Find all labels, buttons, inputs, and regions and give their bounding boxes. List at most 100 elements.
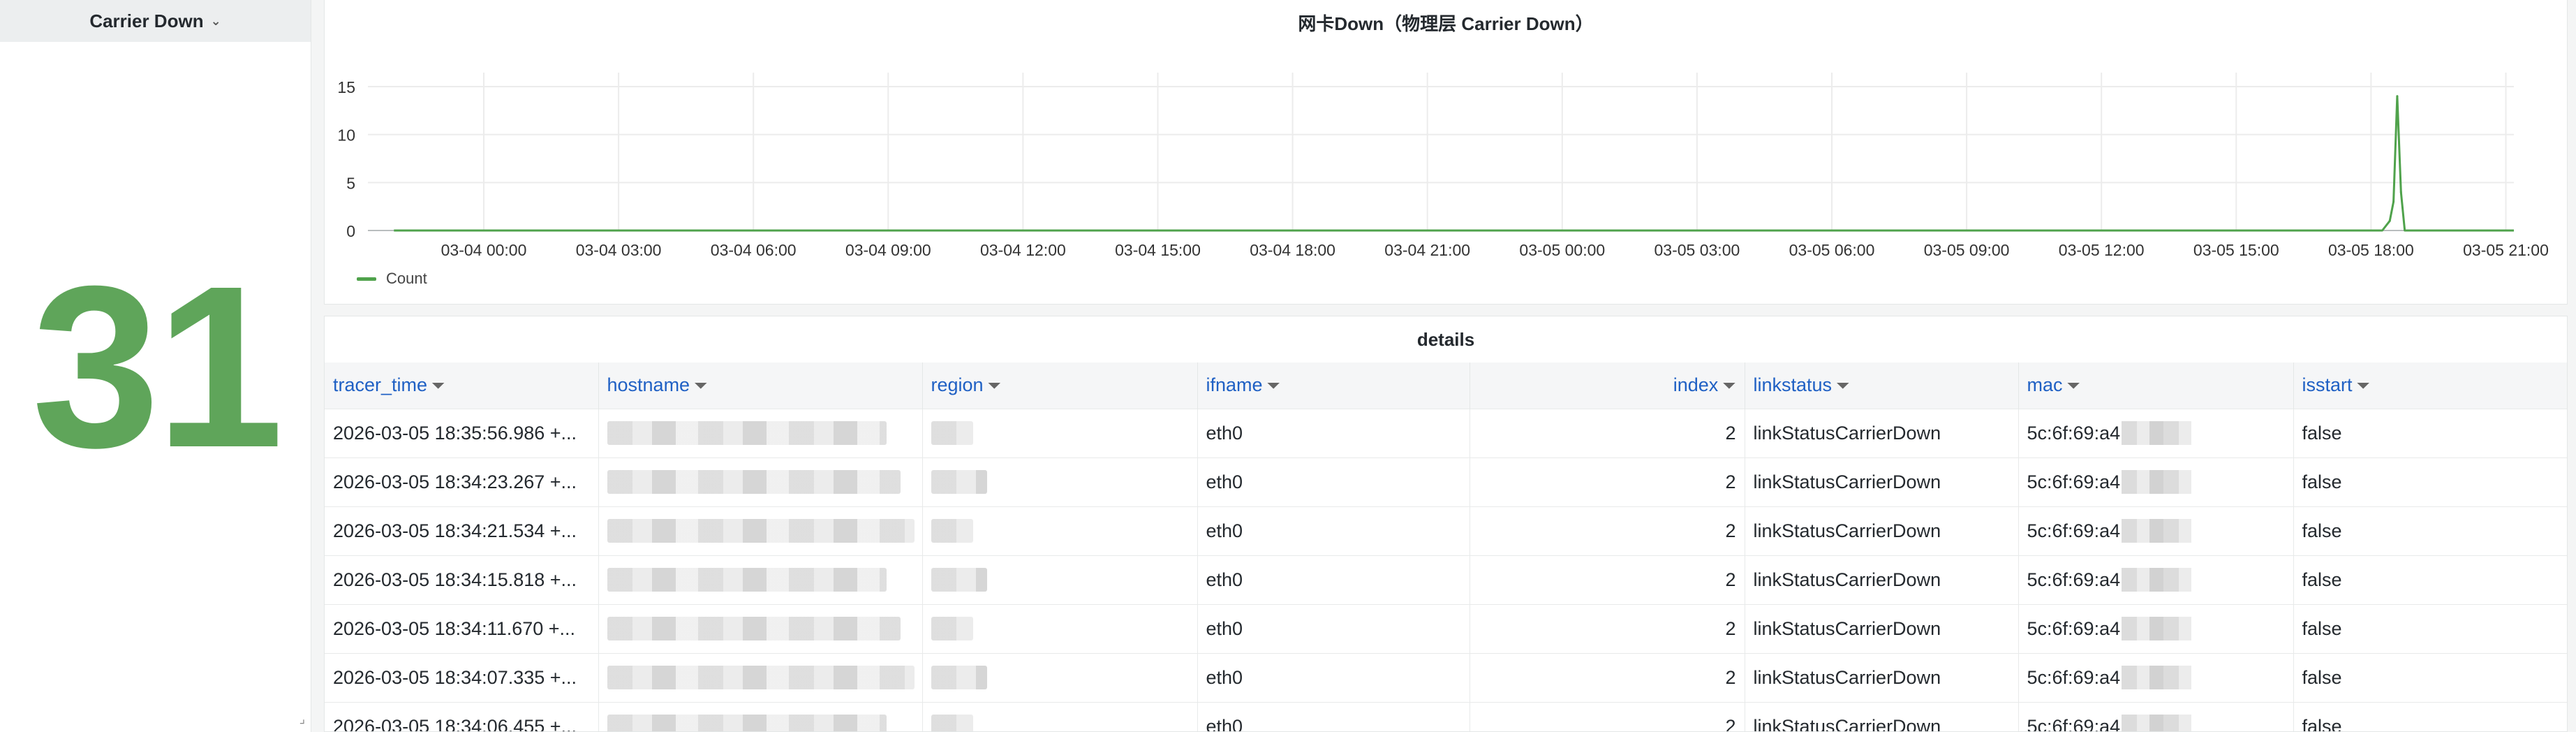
table-row[interactable]: 2026-03-05 18:34:06.455 +... eth0 2 linkSta… bbox=[325, 701, 2567, 731]
x-tick-label: 03-05 06:00 bbox=[1789, 241, 1875, 259]
y-tick-label: 15 bbox=[337, 78, 355, 96]
legend-label: Count bbox=[386, 270, 427, 287]
series-line-count bbox=[394, 95, 2514, 232]
cell-ifname: eth0 bbox=[1197, 603, 1470, 653]
filter-icon[interactable]: ⏷ bbox=[988, 376, 1001, 395]
x-tick-label: 03-05 18:00 bbox=[2328, 241, 2414, 259]
table-row[interactable]: 2026-03-05 18:34:07.335 +... eth0 2 linkSta… bbox=[325, 652, 2567, 702]
x-tick-label: 03-05 12:00 bbox=[2059, 241, 2145, 259]
mac-prefix: 5c:6f:69:a4 bbox=[2027, 471, 2121, 492]
mac-prefix: 5c:6f:69:a4 bbox=[2027, 666, 2121, 688]
cell-tracer-time: 2026-03-05 18:35:56.986 +... bbox=[325, 408, 598, 458]
data-point bbox=[2396, 95, 2399, 98]
table-header-row: tracer_time ⏷ hostname ⏷ region ⏷ ifname ⏷ i… bbox=[325, 363, 2567, 409]
chart-plot[interactable]: 0 5 10 15 03-04 00:00 03-04 03:00 03-04 06:00 0… bbox=[325, 0, 2568, 305]
table-row[interactable]: 2026-03-05 18:35:56.986 +... eth0 2 linkSta… bbox=[325, 408, 2567, 458]
chart-panel: 0 5 10 15 03-04 00:00 03-04 03:00 03-04 06:00 0… bbox=[324, 0, 2568, 305]
table-title: details bbox=[1416, 328, 1475, 350]
mac-redacted bbox=[2122, 617, 2192, 640]
cell-index: 2 bbox=[1469, 457, 1745, 506]
table-row[interactable]: 2026-03-05 18:34:15.818 +... eth0 2 linkSta… bbox=[325, 555, 2567, 604]
cell-isstart: false bbox=[2293, 408, 2567, 458]
cell-linkstatus: linkStatusCarrierDown bbox=[1744, 603, 2018, 653]
chevron-down-icon[interactable]: ⌄ bbox=[211, 14, 221, 29]
cell-region-redacted bbox=[921, 652, 1197, 702]
filter-icon[interactable]: ⏷ bbox=[1836, 376, 1849, 395]
cell-linkstatus: linkStatusCarrierDown bbox=[1744, 555, 2018, 604]
cell-isstart: false bbox=[2293, 603, 2567, 653]
chart-title[interactable]: 网卡Down（物理层 Carrier Down） bbox=[325, 10, 2567, 36]
cell-linkstatus: linkStatusCarrierDown bbox=[1744, 457, 2018, 506]
cell-region-redacted bbox=[921, 603, 1197, 653]
stat-panel-header[interactable]: Carrier Down ⌄ bbox=[0, 0, 311, 42]
x-tick-label: 03-05 15:00 bbox=[2193, 241, 2279, 259]
cell-ifname: eth0 bbox=[1197, 652, 1470, 702]
table-row[interactable]: 2026-03-05 18:34:11.670 +... eth0 2 linkSta… bbox=[325, 603, 2567, 653]
column-header-ifname[interactable]: ifname ⏷ bbox=[1197, 363, 1470, 409]
x-tick-label: 03-04 18:00 bbox=[1250, 241, 1335, 259]
table-row[interactable]: 2026-03-05 18:34:23.267 +... eth0 2 linkSta… bbox=[325, 457, 2567, 506]
filter-icon[interactable]: ⏷ bbox=[694, 376, 707, 395]
cell-linkstatus: linkStatusCarrierDown bbox=[1744, 408, 2018, 458]
mac-prefix: 5c:6f:69:a4 bbox=[2027, 617, 2121, 639]
cell-mac: 5c:6f:69:a4 bbox=[2018, 408, 2293, 458]
cell-tracer-time: 2026-03-05 18:34:07.335 +... bbox=[325, 652, 598, 702]
column-header-hostname[interactable]: hostname ⏷ bbox=[598, 363, 922, 409]
cell-index: 2 bbox=[1469, 603, 1745, 653]
filter-icon[interactable]: ⏷ bbox=[431, 376, 445, 395]
cell-ifname: eth0 bbox=[1197, 555, 1470, 604]
x-tick-label: 03-04 06:00 bbox=[711, 241, 797, 259]
column-header-mac[interactable]: mac ⏷ bbox=[2018, 363, 2293, 409]
column-header-region[interactable]: region ⏷ bbox=[921, 363, 1197, 409]
cell-index: 2 bbox=[1469, 506, 1745, 555]
details-table-panel: details tracer_time ⏷ hostname ⏷ region ⏷ i… bbox=[324, 316, 2568, 732]
filter-icon[interactable]: ⏷ bbox=[2067, 376, 2080, 395]
cell-region-redacted bbox=[921, 701, 1197, 731]
y-tick-label: 5 bbox=[346, 174, 355, 192]
cell-mac: 5c:6f:69:a4 bbox=[2018, 701, 2293, 731]
y-tick-label: 0 bbox=[346, 222, 355, 240]
cell-index: 2 bbox=[1469, 555, 1745, 604]
x-tick-label: 03-04 03:00 bbox=[576, 241, 662, 259]
mac-prefix: 5c:6f:69:a4 bbox=[2027, 520, 2121, 541]
column-header-isstart[interactable]: isstart ⏷ bbox=[2293, 363, 2567, 409]
chart-legend[interactable]: Count bbox=[357, 270, 427, 288]
cell-ifname: eth0 bbox=[1197, 457, 1470, 506]
column-header-index[interactable]: index ⏷ bbox=[1469, 363, 1745, 409]
cell-isstart: false bbox=[2293, 555, 2567, 604]
cell-linkstatus: linkStatusCarrierDown bbox=[1744, 506, 2018, 555]
column-header-tracer-time[interactable]: tracer_time ⏷ bbox=[325, 363, 598, 409]
cell-hostname-redacted bbox=[598, 701, 922, 731]
cell-region-redacted bbox=[921, 555, 1197, 604]
cell-mac: 5c:6f:69:a4 bbox=[2018, 457, 2293, 506]
table-row[interactable]: 2026-03-05 18:34:21.534 +... eth0 2 linkSta… bbox=[325, 506, 2567, 555]
legend-swatch bbox=[357, 277, 376, 281]
cell-region-redacted bbox=[921, 408, 1197, 458]
cell-tracer-time: 2026-03-05 18:34:15.818 +... bbox=[325, 555, 598, 604]
filter-icon[interactable]: ⏷ bbox=[2357, 376, 2370, 395]
mac-redacted bbox=[2122, 470, 2192, 494]
cell-mac: 5c:6f:69:a4 bbox=[2018, 603, 2293, 653]
cell-region-redacted bbox=[921, 457, 1197, 506]
x-tick-label: 03-04 12:00 bbox=[980, 241, 1066, 259]
cell-index: 2 bbox=[1469, 408, 1745, 458]
x-tick-label: 03-05 09:00 bbox=[1924, 241, 2010, 259]
x-tick-label: 03-04 09:00 bbox=[845, 241, 931, 259]
mac-redacted bbox=[2122, 519, 2192, 543]
cell-hostname-redacted bbox=[598, 457, 922, 506]
cell-ifname: eth0 bbox=[1197, 701, 1470, 731]
data-point bbox=[2392, 200, 2395, 203]
x-tick-label: 03-05 21:00 bbox=[2463, 241, 2549, 259]
cell-hostname-redacted bbox=[598, 652, 922, 702]
cell-hostname-redacted bbox=[598, 555, 922, 604]
filter-icon[interactable]: ⏷ bbox=[1267, 376, 1280, 395]
y-tick-label: 10 bbox=[337, 126, 355, 145]
cell-mac: 5c:6f:69:a4 bbox=[2018, 652, 2293, 702]
cell-tracer-time: 2026-03-05 18:34:06.455 +... bbox=[325, 701, 598, 731]
column-header-linkstatus[interactable]: linkstatus ⏷ bbox=[1744, 363, 2018, 409]
resize-handle-icon[interactable]: ⌟ bbox=[299, 712, 305, 726]
mac-redacted bbox=[2122, 568, 2192, 592]
x-tick-label: 03-04 00:00 bbox=[441, 241, 527, 259]
filter-icon[interactable]: ⏷ bbox=[1722, 376, 1735, 395]
cell-hostname-redacted bbox=[598, 603, 922, 653]
